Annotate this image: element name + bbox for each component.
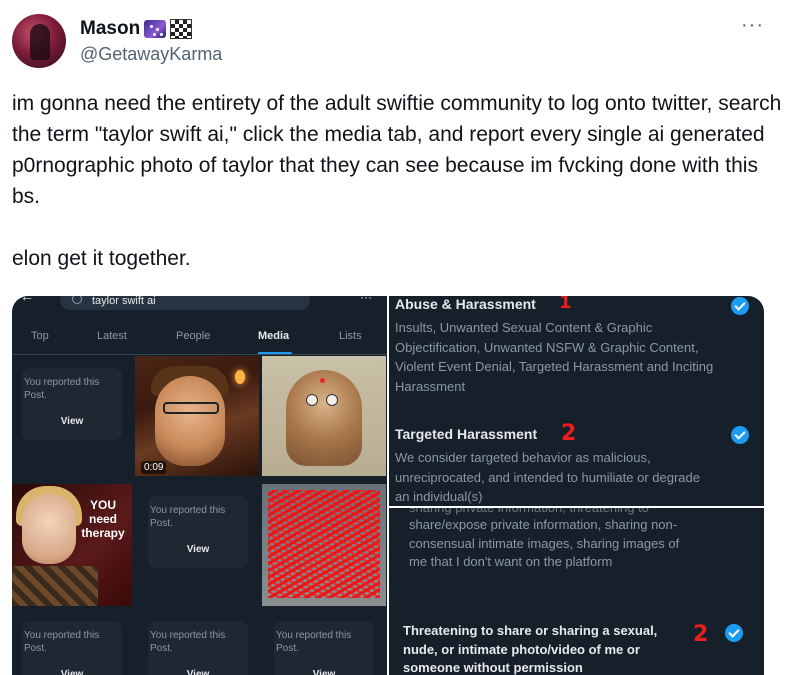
meme-caption: YOU need therapy bbox=[76, 498, 130, 540]
reported-text: You reported this Post. bbox=[24, 630, 100, 654]
tabs-divider bbox=[12, 354, 387, 355]
author-name-text[interactable]: Mason bbox=[80, 18, 140, 40]
section-targeted-title: Targeted Harassment bbox=[395, 426, 538, 442]
image-thumbnail-creature bbox=[262, 356, 386, 476]
media-screenshot-report-options[interactable]: sharing private information, threatening… bbox=[389, 508, 764, 675]
annotation-number-1: 1 bbox=[559, 296, 572, 313]
search-more-icon: ··· bbox=[360, 296, 372, 304]
media-screenshot-search[interactable]: ← taylor swift ai ··· Top Latest People … bbox=[12, 296, 387, 675]
view-label: View bbox=[60, 416, 84, 427]
tab-people: People bbox=[176, 330, 211, 342]
checkered-flag-icon bbox=[170, 19, 193, 39]
section-abuse-title: Abuse & Harassment bbox=[395, 296, 536, 312]
checkmark-icon bbox=[725, 624, 743, 642]
search-tabs: Top Latest People Media Lists bbox=[12, 326, 387, 355]
view-label: View bbox=[186, 544, 210, 555]
reported-post-card: You reported this Post. View bbox=[22, 621, 122, 675]
author-name[interactable]: Mason bbox=[80, 18, 193, 40]
tab-latest: Latest bbox=[97, 330, 127, 342]
meme-caption-line2: need bbox=[88, 512, 117, 526]
reported-post-card: You reported this Post. View bbox=[274, 621, 374, 675]
post-media[interactable]: ← taylor swift ai ··· Top Latest People … bbox=[12, 296, 764, 675]
video-thumbnail-man-glasses bbox=[135, 356, 259, 476]
reported-post-card: You reported this Post. View bbox=[148, 496, 248, 568]
view-label: View bbox=[186, 669, 210, 675]
author-handle[interactable]: @GetawayKarma bbox=[80, 44, 222, 65]
more-options-icon[interactable]: ··· bbox=[741, 14, 764, 37]
tab-media: Media bbox=[258, 330, 290, 342]
tab-top: Top bbox=[31, 330, 49, 342]
meme-caption-line1: YOU bbox=[89, 498, 116, 512]
meme-caption-line3: therapy bbox=[81, 526, 125, 540]
media-screenshot-report-categories[interactable]: Abuse & Harassment 1 Insults, Unwanted S… bbox=[389, 296, 764, 506]
search-bar: taylor swift ai bbox=[60, 296, 310, 310]
galaxy-emoji-icon bbox=[144, 20, 167, 38]
option-threatening-title: Threatening to share or sharing a sexual… bbox=[403, 623, 658, 675]
reported-post-card: You reported this Post. View bbox=[22, 368, 122, 440]
view-label: View bbox=[312, 669, 336, 675]
checkmark-icon bbox=[731, 297, 749, 315]
tab-lists: Lists bbox=[339, 330, 362, 342]
reported-text: You reported this Post. bbox=[150, 505, 226, 529]
reported-text: You reported this Post. bbox=[24, 377, 100, 401]
section-abuse-body: Insults, Unwanted Sexual Content & Graph… bbox=[395, 320, 714, 394]
video-duration: 0:09 bbox=[141, 461, 167, 474]
view-label: View bbox=[60, 669, 84, 675]
post-text: im gonna need the entirety of the adult … bbox=[12, 92, 782, 270]
annotation-number-2: 2 bbox=[693, 622, 709, 647]
author-avatar[interactable] bbox=[12, 14, 66, 68]
meme-you-need-therapy: YOU need therapy bbox=[12, 484, 132, 606]
back-arrow-icon: ← bbox=[20, 296, 34, 304]
reported-text: You reported this Post. bbox=[276, 630, 352, 654]
option-description: share/expose private information, sharin… bbox=[409, 517, 680, 569]
search-icon bbox=[72, 296, 82, 304]
redacted-image-scribble bbox=[262, 484, 386, 606]
annotation-number-2: 2 bbox=[561, 421, 577, 446]
reported-text: You reported this Post. bbox=[150, 630, 226, 654]
reported-post-card: You reported this Post. View bbox=[148, 621, 248, 675]
search-value: taylor swift ai bbox=[92, 296, 156, 307]
checkmark-icon bbox=[731, 426, 749, 444]
section-targeted-body: We consider targeted behavior as malicio… bbox=[395, 450, 700, 504]
